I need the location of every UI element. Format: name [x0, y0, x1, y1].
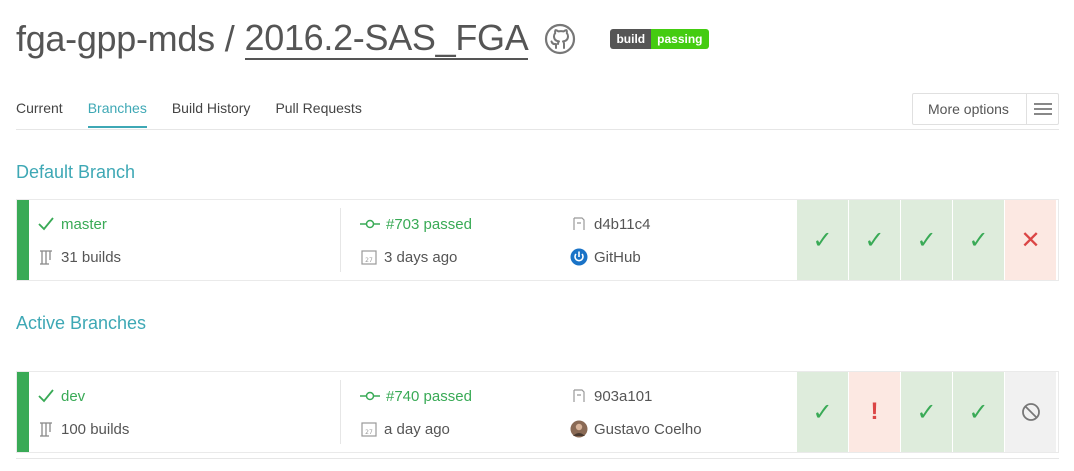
- build-passed-check-icon[interactable]: ✓: [953, 200, 1004, 280]
- hamburger-menu-icon[interactable]: [1026, 94, 1058, 124]
- build-status-history: ✓ ✓ ✓ ✓ ✕: [797, 200, 1057, 280]
- commit-author: Gustavo Coelho: [594, 420, 702, 438]
- status-stripe: [17, 200, 29, 280]
- last-build-status[interactable]: #703 passed: [386, 216, 472, 233]
- build-passed-check-icon[interactable]: ✓: [953, 372, 1004, 452]
- column-divider: [340, 208, 341, 272]
- commit-hash-icon: [570, 215, 588, 233]
- badge-status: passing: [651, 29, 709, 49]
- tabs-divider: [16, 129, 1059, 130]
- more-options-label: More options: [928, 101, 1009, 117]
- default-branch-heading: Default Branch: [16, 162, 136, 182]
- build-passed-check-icon[interactable]: ✓: [901, 200, 952, 280]
- tab-pull-requests[interactable]: Pull Requests: [275, 100, 361, 128]
- build-passed-check-icon[interactable]: ✓: [849, 200, 900, 280]
- check-icon: [37, 215, 55, 233]
- more-options-button[interactable]: More options: [912, 93, 1059, 125]
- badge-label: build: [610, 29, 652, 49]
- build-count: 100 builds: [61, 420, 130, 438]
- svg-text:27: 27: [365, 257, 373, 264]
- build-time: a day ago: [384, 420, 450, 438]
- branch-name[interactable]: master: [61, 216, 107, 233]
- status-stripe: [17, 372, 29, 452]
- repo-header: fga-gpp-mds / 2016.2-SAS_FGA build passi…: [16, 14, 709, 64]
- build-count: 31 builds: [61, 248, 122, 266]
- build-canceled-icon[interactable]: [1005, 372, 1056, 452]
- builds-icon: [37, 420, 55, 438]
- branch-name[interactable]: dev: [61, 388, 85, 405]
- commit-sha[interactable]: 903a101: [594, 388, 652, 405]
- last-build-status[interactable]: #740 passed: [386, 388, 472, 405]
- branch-row-master[interactable]: master 31 builds #703 passed 27 3 days a…: [16, 199, 1059, 281]
- active-branches-heading: Active Branches: [16, 313, 147, 333]
- build-status-history: ✓ ! ✓ ✓: [797, 372, 1057, 452]
- build-passed-check-icon[interactable]: ✓: [797, 200, 848, 280]
- check-icon: [37, 387, 55, 405]
- commit-icon: [360, 215, 380, 233]
- calendar-icon: 27: [360, 248, 378, 266]
- builds-icon: [37, 248, 55, 266]
- repo-separator: /: [224, 18, 235, 59]
- build-status-badge[interactable]: build passing: [610, 29, 709, 49]
- build-failed-cross-icon[interactable]: ✕: [1005, 200, 1056, 280]
- tab-branches[interactable]: Branches: [87, 100, 147, 128]
- repo-owner[interactable]: fga-gpp-mds: [16, 18, 215, 60]
- calendar-icon: 27: [360, 420, 378, 438]
- github-icon[interactable]: [544, 23, 576, 55]
- column-divider: [340, 380, 341, 444]
- build-errored-exclamation-icon[interactable]: !: [849, 372, 900, 452]
- svg-text:27: 27: [365, 429, 373, 436]
- repo-tabs: Current Branches Build History Pull Requ…: [16, 100, 387, 128]
- commit-sha[interactable]: d4b11c4: [594, 216, 650, 233]
- commit-author: GitHub: [594, 248, 641, 266]
- repo-name-link[interactable]: 2016.2-SAS_FGA: [244, 18, 529, 60]
- github-avatar-icon: [570, 248, 588, 266]
- tab-current[interactable]: Current: [16, 100, 63, 128]
- build-passed-check-icon[interactable]: ✓: [901, 372, 952, 452]
- tab-build-history[interactable]: Build History: [172, 100, 251, 128]
- commit-hash-icon: [570, 387, 588, 405]
- bottom-divider: [16, 458, 1059, 459]
- commit-icon: [360, 387, 380, 405]
- branch-row-dev[interactable]: dev 100 builds #740 passed 27 a day ago: [16, 371, 1059, 453]
- user-avatar: [570, 420, 588, 438]
- build-time: 3 days ago: [384, 248, 458, 266]
- build-passed-check-icon[interactable]: ✓: [797, 372, 848, 452]
